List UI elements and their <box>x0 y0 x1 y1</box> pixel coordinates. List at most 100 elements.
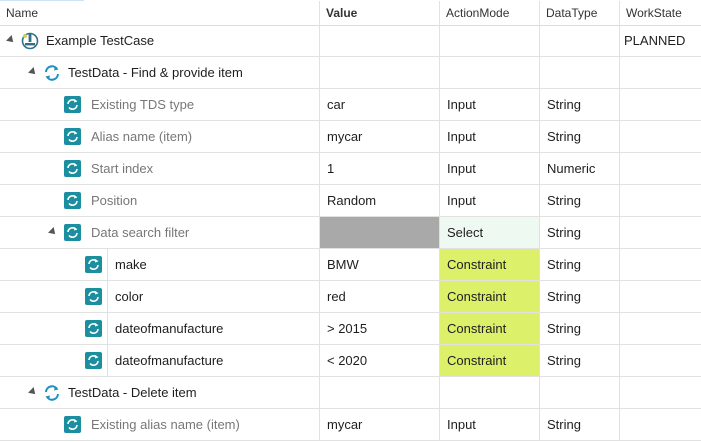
row-label: Data search filter <box>91 225 190 240</box>
value-cell[interactable]: BMW <box>320 249 440 281</box>
datatype-cell[interactable]: String <box>540 185 620 217</box>
column-header-actionmode[interactable]: ActionMode <box>440 1 539 25</box>
datatype-cell[interactable]: String <box>540 89 620 121</box>
actionmode-cell[interactable] <box>440 377 540 409</box>
tree-row-testdata[interactable]: TestData - Find & provide item <box>0 57 701 89</box>
name-cell-indent <box>0 249 108 281</box>
testcase-icon <box>21 32 39 50</box>
row-label: dateofmanufacture <box>108 313 320 345</box>
column-header-workstate[interactable]: WorkState <box>620 1 701 25</box>
actionmode-cell[interactable]: Input <box>440 89 540 121</box>
collapse-triangle-icon[interactable] <box>6 35 16 45</box>
tree-row-attribute[interactable]: Existing alias name (item) mycar Input S… <box>0 409 701 441</box>
row-label: make <box>108 249 320 281</box>
collapse-triangle-icon[interactable] <box>48 227 58 237</box>
value-cell[interactable] <box>320 377 440 409</box>
collapse-triangle-icon[interactable] <box>28 67 38 77</box>
tree-row-attribute[interactable]: Alias name (item) mycar Input String <box>0 121 701 153</box>
tree-row-attribute[interactable]: Position Random Input String <box>0 185 701 217</box>
name-cell-indent <box>0 281 108 313</box>
row-label: Alias name (item) <box>91 129 193 144</box>
row-label: Existing alias name (item) <box>91 417 240 432</box>
workstate-cell[interactable] <box>620 249 701 281</box>
column-header-bar: Name Value ActionMode DataType WorkState <box>0 1 701 26</box>
datatype-cell[interactable]: String <box>540 249 620 281</box>
datatype-cell[interactable]: String <box>540 345 620 377</box>
value-cell[interactable]: > 2015 <box>320 313 440 345</box>
collapse-triangle-icon[interactable] <box>28 387 38 397</box>
datatype-cell[interactable]: Numeric <box>540 153 620 185</box>
sync-icon <box>45 385 59 401</box>
tree-row-testdata[interactable]: TestData - Delete item <box>0 377 701 409</box>
tree-row-sub-attribute[interactable]: color red Constraint String <box>0 281 701 313</box>
actionmode-cell[interactable] <box>440 25 540 57</box>
value-cell[interactable]: red <box>320 281 440 313</box>
datatype-cell[interactable] <box>540 377 620 409</box>
actionmode-cell[interactable]: Constraint <box>440 281 540 313</box>
value-cell[interactable]: car <box>320 89 440 121</box>
datatype-cell[interactable]: String <box>540 409 620 441</box>
datatype-cell[interactable] <box>540 57 620 89</box>
workstate-cell[interactable] <box>620 377 701 409</box>
value-cell[interactable] <box>320 57 440 89</box>
tree-row-testcase[interactable]: Example TestCase PLANNED <box>0 25 701 57</box>
tree-row-attribute[interactable]: Start index 1 Input Numeric <box>0 153 701 185</box>
datatype-cell[interactable] <box>540 25 620 57</box>
workstate-cell[interactable] <box>620 153 701 185</box>
row-label: TestData - Find & provide item <box>68 65 243 80</box>
name-cell: Data search filter <box>0 217 320 249</box>
workstate-cell[interactable] <box>620 409 701 441</box>
name-cell-indent <box>0 313 108 345</box>
value-cell[interactable]: 1 <box>320 153 440 185</box>
row-label: Existing TDS type <box>91 97 195 112</box>
datatype-cell[interactable]: String <box>540 217 620 249</box>
column-header-name[interactable]: Name <box>0 1 319 25</box>
actionmode-cell[interactable]: Input <box>440 409 540 441</box>
actionmode-cell[interactable]: Constraint <box>440 249 540 281</box>
workstate-cell[interactable] <box>620 121 701 153</box>
name-cell: Existing alias name (item) <box>0 409 320 441</box>
actionmode-cell[interactable]: Input <box>440 185 540 217</box>
workstate-cell[interactable] <box>620 217 701 249</box>
actionmode-cell[interactable]: Input <box>440 121 540 153</box>
actionmode-cell[interactable] <box>440 57 540 89</box>
value-cell[interactable] <box>320 25 440 57</box>
sync-icon <box>45 65 59 81</box>
workstate-cell[interactable] <box>620 57 701 89</box>
tree-row-attribute[interactable]: Existing TDS type car Input String <box>0 89 701 121</box>
refresh-square-icon <box>85 352 102 369</box>
datatype-cell[interactable]: String <box>540 313 620 345</box>
workstate-cell[interactable] <box>620 345 701 377</box>
refresh-square-icon <box>64 128 81 145</box>
workstate-cell[interactable]: PLANNED <box>620 25 701 57</box>
refresh-square-icon <box>64 192 81 209</box>
workstate-cell[interactable] <box>620 185 701 217</box>
datatype-cell[interactable]: String <box>540 121 620 153</box>
tree-row-sub-attribute[interactable]: dateofmanufacture > 2015 Constraint Stri… <box>0 313 701 345</box>
workstate-cell[interactable] <box>620 281 701 313</box>
name-cell: TestData - Find & provide item <box>0 57 320 89</box>
refresh-square-icon <box>85 320 102 337</box>
row-label: color <box>108 281 320 313</box>
tree-row-sub-attribute[interactable]: dateofmanufacture < 2020 Constraint Stri… <box>0 345 701 377</box>
tree-row-sub-attribute[interactable]: make BMW Constraint String <box>0 249 701 281</box>
column-header-value[interactable]: Value <box>320 1 439 25</box>
value-cell[interactable]: mycar <box>320 121 440 153</box>
value-cell[interactable]: < 2020 <box>320 345 440 377</box>
actionmode-cell[interactable]: Input <box>440 153 540 185</box>
value-cell[interactable]: mycar <box>320 409 440 441</box>
refresh-square-icon <box>85 256 102 273</box>
value-cell[interactable]: Random <box>320 185 440 217</box>
row-label: Example TestCase <box>46 33 155 48</box>
datatype-cell[interactable]: String <box>540 281 620 313</box>
name-cell-indent <box>0 345 108 377</box>
actionmode-cell[interactable]: Select <box>440 217 540 249</box>
refresh-square-icon <box>64 416 81 433</box>
column-header-datatype[interactable]: DataType <box>540 1 619 25</box>
actionmode-cell[interactable]: Constraint <box>440 345 540 377</box>
workstate-cell[interactable] <box>620 313 701 345</box>
refresh-square-icon <box>64 160 81 177</box>
tree-row-attribute-parent[interactable]: Data search filter Select String <box>0 217 701 249</box>
actionmode-cell[interactable]: Constraint <box>440 313 540 345</box>
workstate-cell[interactable] <box>620 89 701 121</box>
